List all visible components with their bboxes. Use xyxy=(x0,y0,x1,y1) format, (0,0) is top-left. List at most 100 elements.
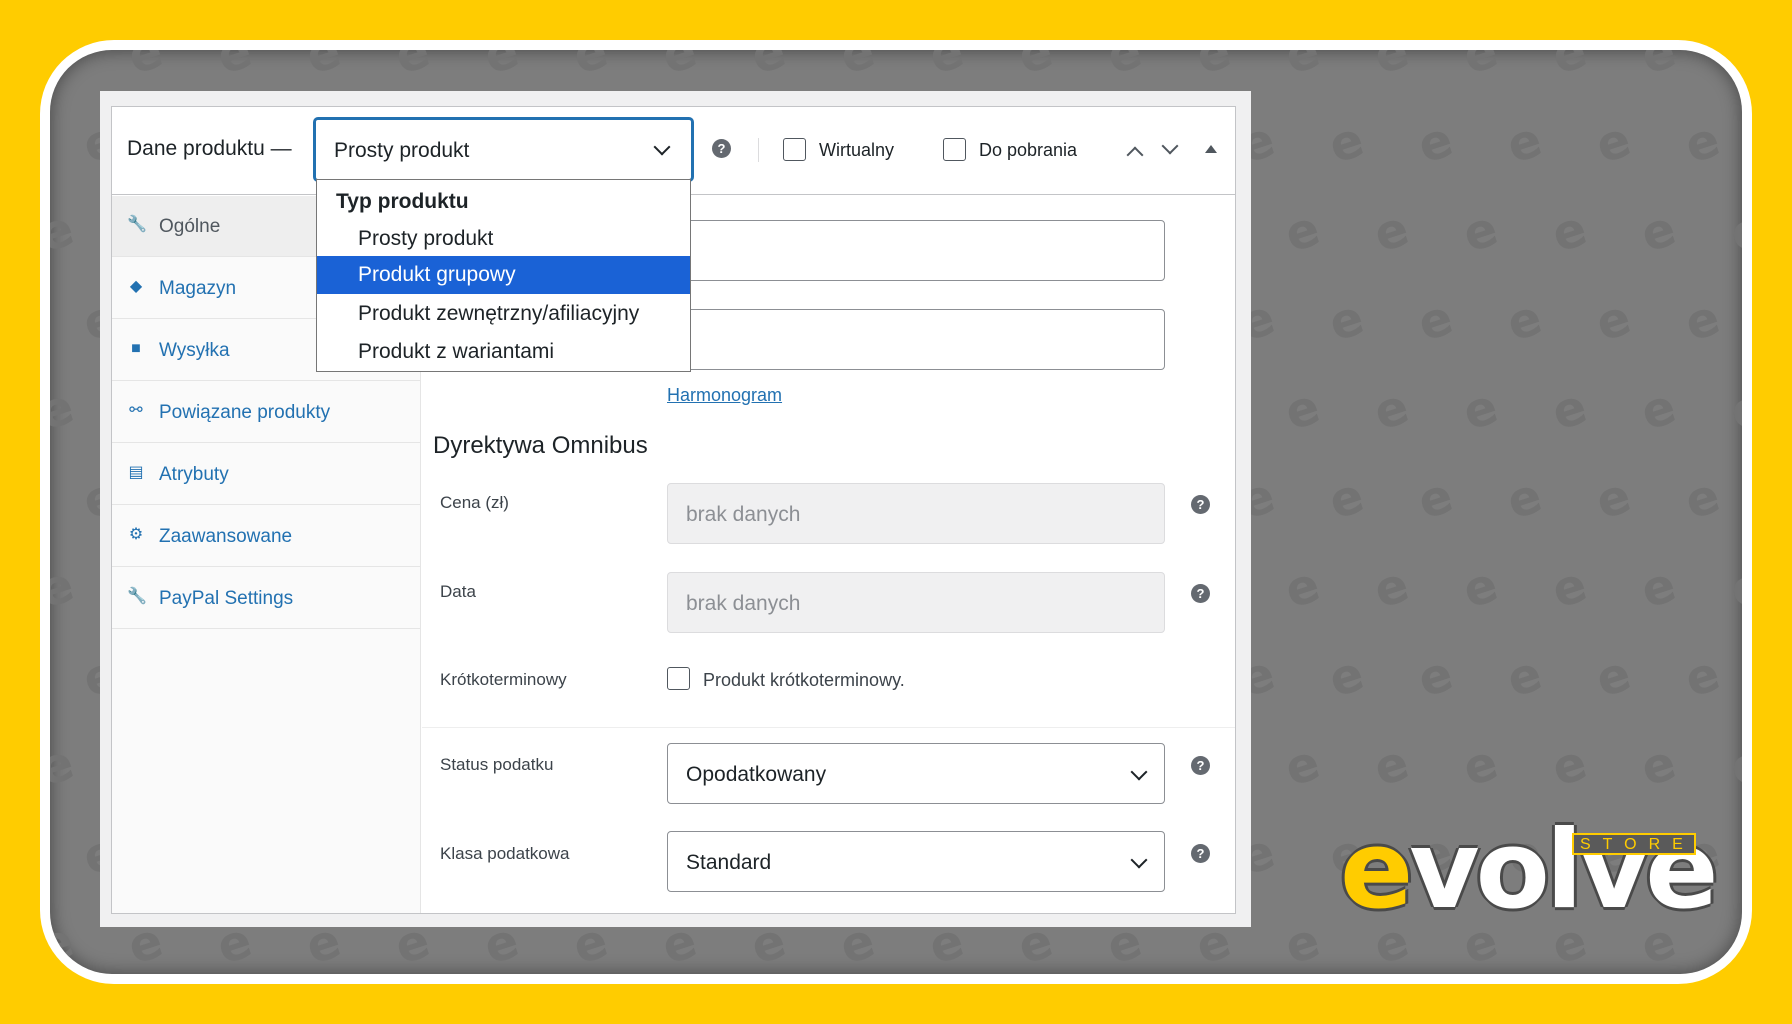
tab-label: Ogólne xyxy=(159,216,221,237)
tax-status-label: Status podatku xyxy=(440,755,554,774)
pattern-e-glyph: e xyxy=(1678,111,1727,175)
pattern-e-glyph: e xyxy=(1500,467,1549,531)
chevron-down-icon xyxy=(653,138,671,156)
sale-price-input[interactable] xyxy=(667,309,1165,370)
pattern-e-glyph: e xyxy=(50,378,81,442)
pattern-e-glyph: e xyxy=(1411,467,1460,531)
pattern-e-glyph: e xyxy=(1322,111,1371,175)
pattern-e-glyph: e xyxy=(388,50,437,86)
pattern-e-glyph: e xyxy=(1678,645,1727,709)
tab-label: Powiązane produkty xyxy=(159,402,331,423)
pattern-e-glyph: e xyxy=(1456,50,1505,86)
pattern-e-glyph: e xyxy=(1678,467,1727,531)
pattern-e-glyph: e xyxy=(1411,111,1460,175)
tab-label: PayPal Settings xyxy=(159,588,294,609)
option-label: Produkt grupowy xyxy=(358,263,516,286)
pattern-e-glyph: e xyxy=(1367,200,1416,264)
pattern-e-glyph: e xyxy=(1367,378,1416,442)
pattern-e-glyph: e xyxy=(566,50,615,86)
dropdown-group-label: Typ produktu xyxy=(336,190,469,213)
pattern-e-glyph: e xyxy=(1723,378,1742,442)
option-label: Produkt zewnętrzny/afiliacyjny xyxy=(358,302,640,325)
pattern-e-glyph: e xyxy=(1100,50,1149,86)
divider xyxy=(422,727,1235,728)
pattern-e-glyph: e xyxy=(50,200,81,264)
pattern-e-glyph: e xyxy=(299,50,348,86)
tax-status-select[interactable]: Opodatkowany xyxy=(667,743,1165,804)
pattern-e-glyph: e xyxy=(1723,912,1742,974)
pattern-e-glyph: e xyxy=(1011,50,1060,86)
downloadable-label: Do pobrania xyxy=(979,140,1078,160)
tab-attributes[interactable]: ▤ Atrybuty xyxy=(112,444,421,505)
pattern-e-glyph: e xyxy=(1456,556,1505,620)
option-grouped-product[interactable]: Produkt grupowy xyxy=(317,256,690,294)
option-external-product[interactable]: Produkt zewnętrzny/afiliacyjny xyxy=(317,295,690,333)
pattern-e-glyph: e xyxy=(1411,289,1460,353)
help-icon[interactable]: ? xyxy=(712,139,731,158)
pattern-e-glyph: e xyxy=(1500,289,1549,353)
pattern-e-glyph: e xyxy=(922,50,971,86)
gear-icon: ⚙ xyxy=(128,526,144,543)
pattern-e-glyph: e xyxy=(744,50,793,86)
pattern-e-glyph: e xyxy=(1278,556,1327,620)
pattern-e-glyph: e xyxy=(210,50,259,86)
omnibus-date-field: brak danych xyxy=(667,572,1165,633)
pattern-e-glyph: e xyxy=(1589,645,1638,709)
help-icon[interactable]: ? xyxy=(1191,756,1210,775)
chevron-down-icon xyxy=(1130,851,1148,869)
pattern-e-glyph: e xyxy=(1456,378,1505,442)
tab-label: Magazyn xyxy=(159,278,237,299)
pattern-e-glyph: e xyxy=(1589,111,1638,175)
wrench-icon: 🔧 xyxy=(127,588,147,605)
pattern-e-glyph: e xyxy=(1278,734,1327,798)
logo-store-text: STORE xyxy=(1580,836,1695,853)
pattern-e-glyph: e xyxy=(1322,467,1371,531)
pattern-e-glyph: e xyxy=(1456,734,1505,798)
pattern-e-glyph: e xyxy=(1545,200,1594,264)
virtual-checkbox[interactable] xyxy=(783,138,806,161)
help-icon[interactable]: ? xyxy=(1191,584,1210,603)
option-label: Prosty produkt xyxy=(358,227,494,250)
pattern-e-glyph: e xyxy=(50,734,81,798)
chevron-down-icon xyxy=(1130,763,1148,781)
tab-linked-products[interactable]: ⚯ Powiązane produkty xyxy=(112,382,421,443)
divider xyxy=(758,138,759,162)
pattern-e-glyph: e xyxy=(1678,289,1727,353)
list-icon: ▤ xyxy=(128,464,144,481)
regular-price-input[interactable] xyxy=(667,220,1165,281)
collapse-toggle-icon[interactable] xyxy=(1205,145,1217,153)
move-down-icon[interactable] xyxy=(1161,137,1179,155)
downloadable-checkbox[interactable] xyxy=(943,138,966,161)
move-up-icon[interactable] xyxy=(1126,146,1144,164)
truck-icon: ■ xyxy=(131,340,141,357)
schedule-link[interactable]: Harmonogram xyxy=(667,385,782,406)
tab-label: Wysyłka xyxy=(159,340,230,361)
pattern-e-glyph: e xyxy=(1589,289,1638,353)
tab-paypal-settings[interactable]: 🔧 PayPal Settings xyxy=(112,568,421,629)
product-type-select[interactable]: Prosty produkt xyxy=(314,118,693,181)
option-variable-product[interactable]: Produkt z wariantami xyxy=(317,333,690,371)
panel-title: Dane produktu — xyxy=(127,137,292,160)
pattern-e-glyph: e xyxy=(655,50,704,86)
omnibus-price-value: brak danych xyxy=(686,503,801,526)
product-type-value: Prosty produkt xyxy=(334,139,470,162)
help-icon[interactable]: ? xyxy=(1191,495,1210,514)
short-term-checkbox[interactable] xyxy=(667,667,690,690)
pattern-e-glyph: e xyxy=(1278,200,1327,264)
price-label: Cena (zł) xyxy=(440,493,509,512)
pattern-e-glyph: e xyxy=(1545,50,1594,86)
short-term-checkbox-label: Produkt krótkoterminowy. xyxy=(703,670,905,690)
tax-class-value: Standard xyxy=(686,851,772,874)
pattern-e-glyph: e xyxy=(1634,378,1683,442)
pattern-e-glyph: e xyxy=(1723,556,1742,620)
help-icon[interactable]: ? xyxy=(1191,844,1210,863)
tag-icon: ◆ xyxy=(129,278,143,295)
pattern-e-glyph: e xyxy=(1278,912,1327,974)
date-label: Data xyxy=(440,582,476,601)
pattern-e-glyph: e xyxy=(50,556,81,620)
tax-class-label: Klasa podatkowa xyxy=(440,844,570,863)
tab-advanced[interactable]: ⚙ Zaawansowane xyxy=(112,506,421,567)
tax-class-select[interactable]: Standard xyxy=(667,831,1165,892)
option-simple-product[interactable]: Prosty produkt xyxy=(317,220,690,258)
pattern-e-glyph: e xyxy=(1634,734,1683,798)
